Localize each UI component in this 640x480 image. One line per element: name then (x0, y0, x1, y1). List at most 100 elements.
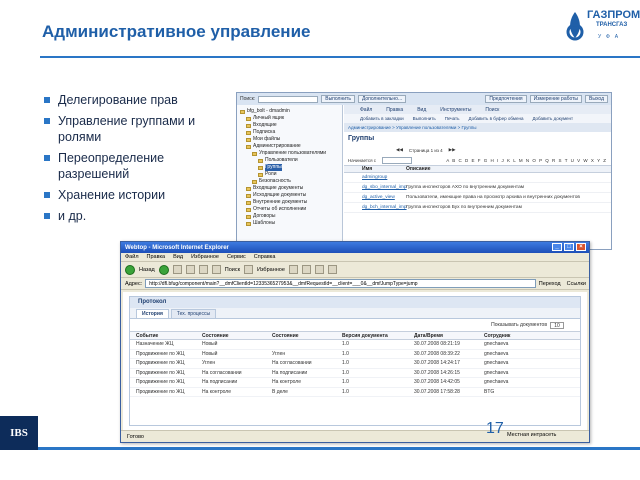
pager-first-icon[interactable]: ◀◀ (396, 147, 403, 153)
menu-help[interactable]: Справка (254, 254, 276, 260)
folder-icon (246, 221, 251, 226)
go-button[interactable]: Переход (539, 281, 564, 287)
search-label[interactable]: Поиск (225, 267, 240, 273)
per-page-select[interactable]: 10 (550, 321, 564, 329)
alphabet-filter[interactable]: A B C D E F G H I J K L M N O P Q R S T … (446, 158, 611, 163)
group-name-link[interactable]: dg_sbo_internal_imp (344, 185, 407, 190)
tree-item[interactable]: Шаблоны (240, 220, 339, 227)
cell-state-to: В деле (272, 388, 288, 395)
action-print[interactable]: Печать (445, 116, 460, 121)
column-header[interactable]: Состояние (202, 333, 272, 339)
column-header[interactable]: Версия документа (342, 333, 414, 339)
table-row[interactable]: dg_bch_internal_imp Группа инспекторов Б… (344, 203, 611, 213)
tree-item[interactable]: Входящие (240, 122, 339, 129)
tree-item[interactable]: Исходящие документы (240, 192, 339, 199)
menu-file[interactable]: Файл (125, 254, 139, 260)
ie-menu-bar: Файл Правка Вид Избранное Сервис Справка (121, 253, 589, 262)
tab-history[interactable]: История (136, 309, 169, 318)
tree-item[interactable]: Администрирование (240, 143, 339, 150)
ie-title-bar[interactable]: Webtop - Microsoft Internet Explorer _ □… (121, 242, 589, 253)
filter-input[interactable] (382, 156, 413, 164)
breadcrumb[interactable]: Администрирование > Управление пользоват… (344, 123, 611, 132)
folder-icon (246, 207, 251, 212)
minimize-icon[interactable]: _ (552, 243, 562, 251)
menu-view[interactable]: Вид (173, 254, 183, 260)
tree-item[interactable]: Внутренние документы (240, 199, 339, 206)
column-header[interactable]: Состояние (272, 333, 342, 339)
pager-next-icon[interactable]: ▶▶ (449, 147, 456, 153)
tree-item-selected[interactable]: Группы (240, 164, 339, 171)
tree-item[interactable]: bfg_bolt - dmadmin (240, 108, 339, 115)
preferences-button[interactable]: Предпочтения (485, 95, 527, 103)
tree-item[interactable]: Мои файлы (240, 136, 339, 143)
group-name-link[interactable]: dg_active_view (344, 195, 406, 200)
tree-item[interactable]: Пользователи (240, 157, 339, 164)
back-icon[interactable] (125, 264, 135, 275)
action-add-document[interactable]: Добавить документ (532, 116, 573, 121)
home-icon[interactable] (198, 265, 208, 274)
favorites-label[interactable]: Избранное (257, 267, 285, 273)
tree-item[interactable]: Договоры (240, 213, 339, 220)
forward-icon[interactable] (158, 264, 169, 275)
groups-table-header: Имя Описание (344, 165, 611, 173)
group-name-link[interactable]: admingroup (344, 175, 406, 180)
cell-state-from: Новый (202, 341, 218, 348)
menu-edit[interactable]: Правка (147, 254, 166, 260)
table-row[interactable]: admingroup (344, 173, 611, 183)
favorites-icon[interactable] (244, 265, 254, 274)
ie-toolbar: Назад Поиск Избранное (121, 262, 589, 278)
column-header[interactable]: Имя (344, 166, 406, 172)
cell-datetime: 30.07.2008 17:58:28 (414, 388, 460, 395)
cell-state-to: На согласовании (272, 360, 312, 367)
run-button[interactable]: Выполнить (321, 95, 355, 103)
tree-item[interactable]: Управление пользователями (240, 150, 339, 157)
tree-item[interactable]: Безопасность (240, 178, 339, 185)
folder-icon[interactable] (327, 265, 337, 274)
table-row: Назначение ЖЦ Новый 1.0 30.07.2008 08:21… (130, 340, 580, 350)
cell-version: 1.0 (342, 369, 349, 376)
table-row[interactable]: dg_sbo_internal_imp Группа инспекторов А… (344, 183, 611, 193)
column-header[interactable]: Сотрудник (484, 333, 544, 339)
action-run[interactable]: Выполнить (413, 116, 436, 121)
menu-edit[interactable]: Правка (386, 107, 403, 113)
tree-item[interactable]: Входящие документы (240, 185, 339, 192)
tree-item[interactable]: Личный ящик (240, 115, 339, 122)
print-icon[interactable] (314, 265, 324, 274)
table-row: Продвижение по ЖЦ Новый Углен 1.0 30.07.… (130, 350, 580, 359)
address-input[interactable]: http://dfl.bfug/component/main?__dmfClie… (145, 279, 536, 288)
search-icon[interactable] (211, 265, 221, 274)
tree-item[interactable]: Отчеты об исполнении (240, 206, 339, 213)
media-icon[interactable] (288, 265, 298, 274)
group-name-link[interactable]: dg_bch_internal_imp (344, 205, 407, 210)
maximize-icon[interactable]: □ (564, 243, 574, 251)
folder-icon (246, 200, 251, 205)
menu-view[interactable]: Вид (417, 107, 426, 113)
ie-address-bar: Адрес: http://dfl.bfug/component/main?__… (121, 278, 589, 290)
menu-favorites[interactable]: Избранное (191, 254, 219, 260)
tab-processes[interactable]: Тех. процессы (170, 309, 217, 318)
menu-search[interactable]: Поиск (485, 107, 499, 113)
column-header[interactable]: Дата/Время (414, 333, 484, 339)
mail-icon[interactable] (301, 265, 311, 274)
menu-file[interactable]: Файл (360, 107, 372, 113)
column-header[interactable]: Описание (406, 166, 430, 172)
folder-icon (252, 151, 257, 156)
close-icon[interactable]: × (576, 243, 586, 251)
action-bookmark[interactable]: Добавить в закладки (360, 116, 404, 121)
links-label[interactable]: Ссылки (567, 281, 589, 287)
action-clipboard[interactable]: Добавить в буфер обмена (468, 116, 523, 121)
logout-button[interactable]: Выход (585, 95, 608, 103)
stop-icon[interactable] (172, 265, 182, 274)
menu-tools[interactable]: Сервис (227, 254, 246, 260)
search-input[interactable] (258, 95, 319, 103)
folder-icon (246, 144, 251, 149)
measure-button[interactable]: Измерение работы (529, 95, 583, 103)
back-label[interactable]: Назад (139, 267, 155, 273)
table-row[interactable]: dg_active_view Пользователи, имеющие пра… (344, 193, 611, 203)
column-header[interactable]: Событие (136, 333, 202, 339)
advanced-button[interactable]: Дополнительно... (357, 95, 407, 103)
tree-item[interactable]: Роли (240, 171, 339, 178)
menu-tools[interactable]: Инструменты (440, 107, 471, 113)
tree-item[interactable]: Подписка (240, 129, 339, 136)
refresh-icon[interactable] (185, 265, 195, 274)
